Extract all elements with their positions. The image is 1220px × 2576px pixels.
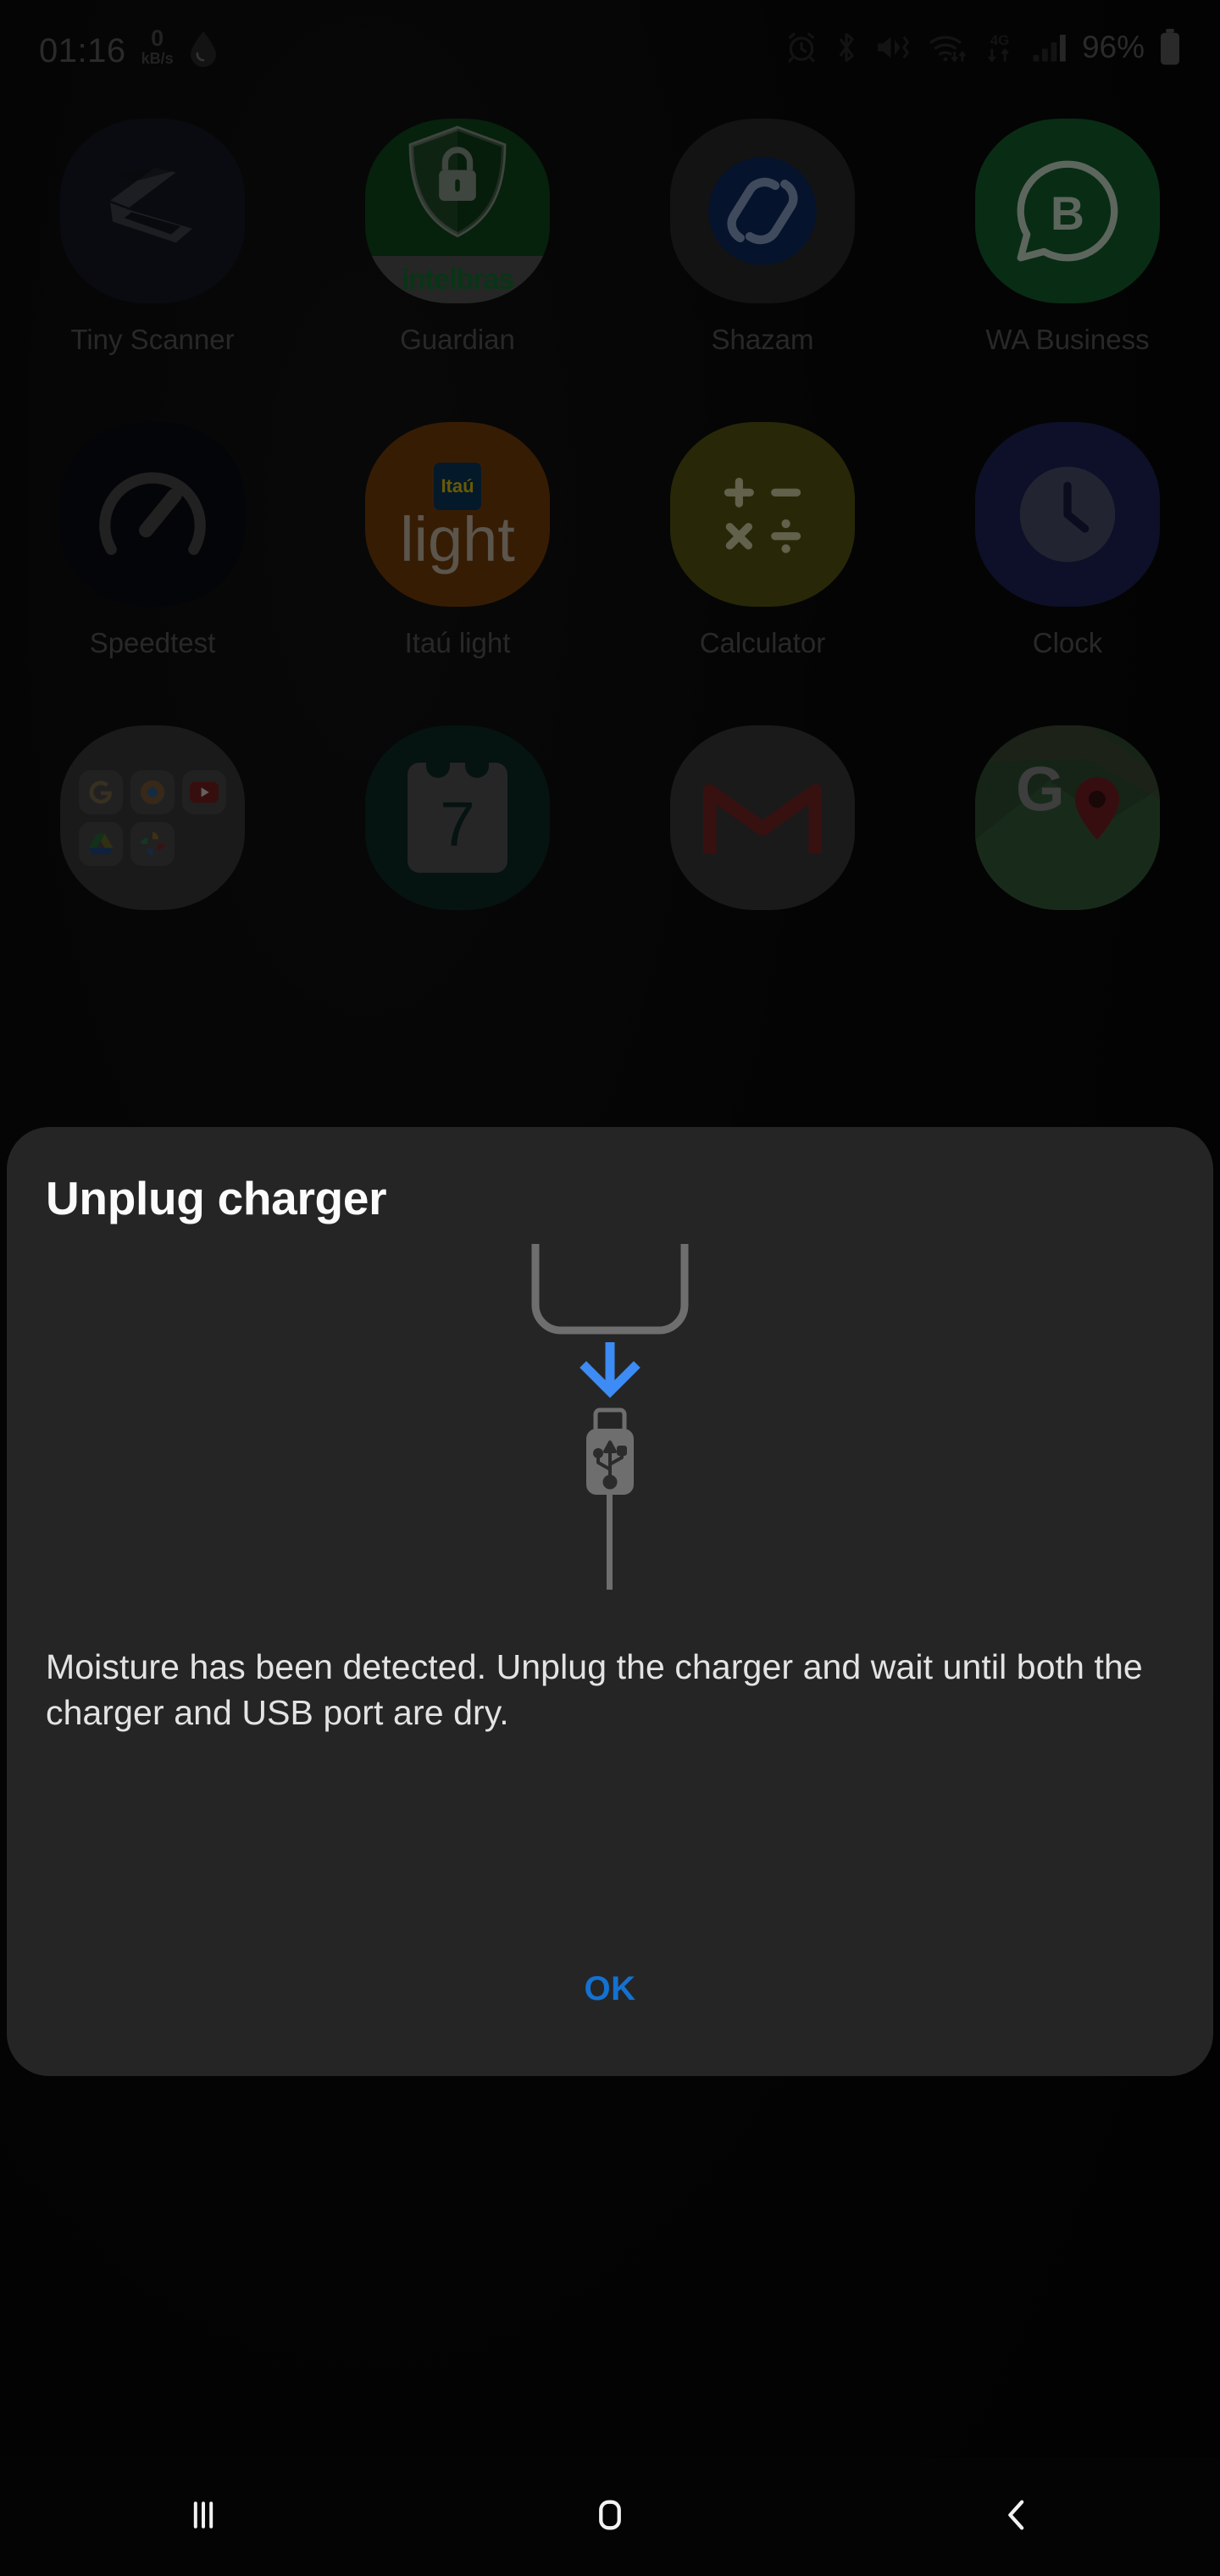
dialog-body-text: Moisture has been detected. Unplug the c… <box>46 1647 1143 1733</box>
ok-button[interactable]: OK <box>534 1958 687 2020</box>
arrow-down-icon <box>580 1342 640 1398</box>
home-icon <box>591 2496 629 2539</box>
back-icon <box>997 2496 1036 2539</box>
recents-button[interactable] <box>119 2457 288 2576</box>
unplug-charger-dialog: Unplug charger Moisture has been detecte… <box>7 1127 1213 2076</box>
moisture-illustration <box>46 1244 1174 1608</box>
usb-connector-icon <box>586 1407 634 1590</box>
dialog-title: Unplug charger <box>46 1172 387 1224</box>
illustration-svg <box>531 1244 689 1590</box>
home-button[interactable] <box>525 2457 695 2576</box>
dialog-actions: OK <box>7 1958 1213 2020</box>
navigation-bar <box>0 2457 1220 2576</box>
phone-bottom-outline-icon <box>531 1244 689 1335</box>
recents-icon <box>184 2496 223 2539</box>
back-button[interactable] <box>932 2457 1101 2576</box>
